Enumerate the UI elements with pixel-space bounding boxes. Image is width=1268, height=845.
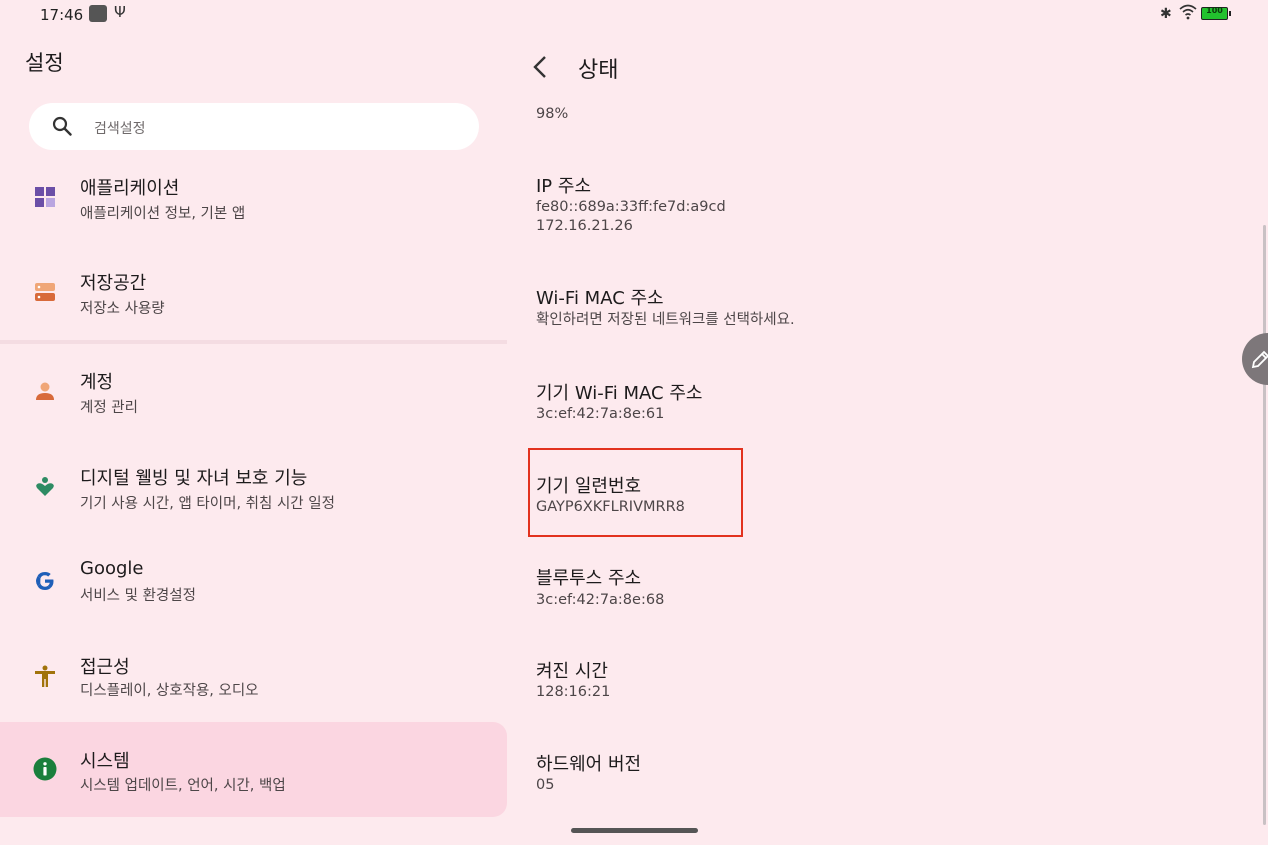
info-icon — [32, 756, 58, 782]
edit-button[interactable] — [1242, 333, 1268, 385]
menu-item-subtitle: 서비스 및 환경설정 — [80, 588, 196, 604]
settings-title: 설정 — [25, 51, 64, 75]
info-title: 기기 Wi-Fi MAC 주소 — [536, 383, 703, 404]
menu-item-title: 계정 — [80, 372, 114, 393]
scrollbar[interactable] — [1263, 225, 1266, 825]
menu-item-storage[interactable]: 저장공간 저장소 사용량 — [0, 246, 507, 341]
search-placeholder: 검색설정 — [94, 121, 146, 137]
info-title: Wi-Fi MAC 주소 — [536, 288, 664, 309]
menu-item-title: 애플리케이션 — [80, 178, 180, 199]
battery-level: 100 — [1206, 6, 1223, 15]
accessibility-icon — [32, 663, 58, 689]
menu-item-subtitle: 시스템 업데이트, 언어, 시간, 백업 — [80, 778, 286, 794]
status-time: 17:46 — [40, 6, 84, 24]
wellbeing-icon — [32, 474, 58, 500]
info-value: 05 — [536, 777, 555, 793]
info-title: 블루투스 주소 — [536, 568, 642, 589]
info-value: 128:16:21 — [536, 684, 611, 700]
menu-item-accounts[interactable]: 계정 계정 관리 — [0, 346, 507, 441]
navigation-handle[interactable] — [571, 828, 698, 833]
menu-item-subtitle: 기기 사용 시간, 앱 타이머, 취침 시간 일정 — [80, 496, 335, 512]
pencil-icon — [1251, 350, 1268, 369]
highlight-box — [528, 448, 743, 537]
battery-level-value: 98% — [536, 106, 569, 122]
wifi-icon — [1179, 3, 1197, 25]
app-notification-icon — [89, 5, 107, 22]
account-icon — [32, 378, 58, 404]
back-arrow-icon[interactable] — [530, 54, 550, 80]
menu-item-google[interactable]: Google 서비스 및 환경설정 — [0, 536, 507, 631]
search-icon — [51, 115, 73, 137]
storage-icon — [32, 279, 58, 305]
search-input[interactable]: 검색설정 — [29, 103, 479, 150]
info-value: 3c:ef:42:7a:8e:61 — [536, 406, 665, 422]
info-value: 3c:ef:42:7a:8e:68 — [536, 592, 665, 608]
status-bar: 17:46 Ψ ✱ 100 — [0, 0, 1268, 30]
bluetooth-icon: ✱ — [1160, 6, 1172, 22]
menu-item-title: Google — [80, 558, 144, 579]
info-title: 켜진 시간 — [536, 661, 608, 682]
menu-item-title: 시스템 — [80, 751, 130, 772]
info-value: 확인하려면 저장된 네트워크를 선택하세요. — [536, 312, 795, 328]
menu-item-title: 접근성 — [80, 657, 130, 678]
usb-icon: Ψ — [114, 3, 126, 21]
page-title: 상태 — [578, 58, 619, 83]
section-divider — [0, 340, 507, 344]
info-value: fe80::689a:33ff:fe7d:a9cd — [536, 199, 726, 215]
info-title: 하드웨어 버전 — [536, 754, 642, 775]
menu-item-title: 저장공간 — [80, 273, 147, 294]
menu-item-digital-wellbeing[interactable]: 디지털 웰빙 및 자녀 보호 기능 기기 사용 시간, 앱 타이머, 취침 시간… — [0, 441, 507, 536]
menu-item-system[interactable]: 시스템 시스템 업데이트, 언어, 시간, 백업 — [0, 722, 507, 817]
menu-item-apps[interactable]: 애플리케이션 애플리케이션 정보, 기본 앱 — [0, 152, 507, 247]
menu-item-subtitle: 저장소 사용량 — [80, 301, 165, 317]
menu-item-title: 디지털 웰빙 및 자녀 보호 기능 — [80, 468, 308, 489]
menu-item-subtitle: 애플리케이션 정보, 기본 앱 — [80, 206, 246, 222]
menu-item-subtitle: 계정 관리 — [80, 400, 138, 416]
info-title: IP 주소 — [536, 176, 592, 197]
apps-icon — [32, 184, 58, 210]
menu-item-subtitle: 디스플레이, 상호작용, 오디오 — [80, 683, 259, 699]
info-value: 172.16.21.26 — [536, 218, 633, 234]
battery-icon: 100 — [1201, 6, 1231, 20]
menu-item-accessibility[interactable]: 접근성 디스플레이, 상호작용, 오디오 — [0, 630, 507, 725]
google-icon — [32, 568, 58, 594]
